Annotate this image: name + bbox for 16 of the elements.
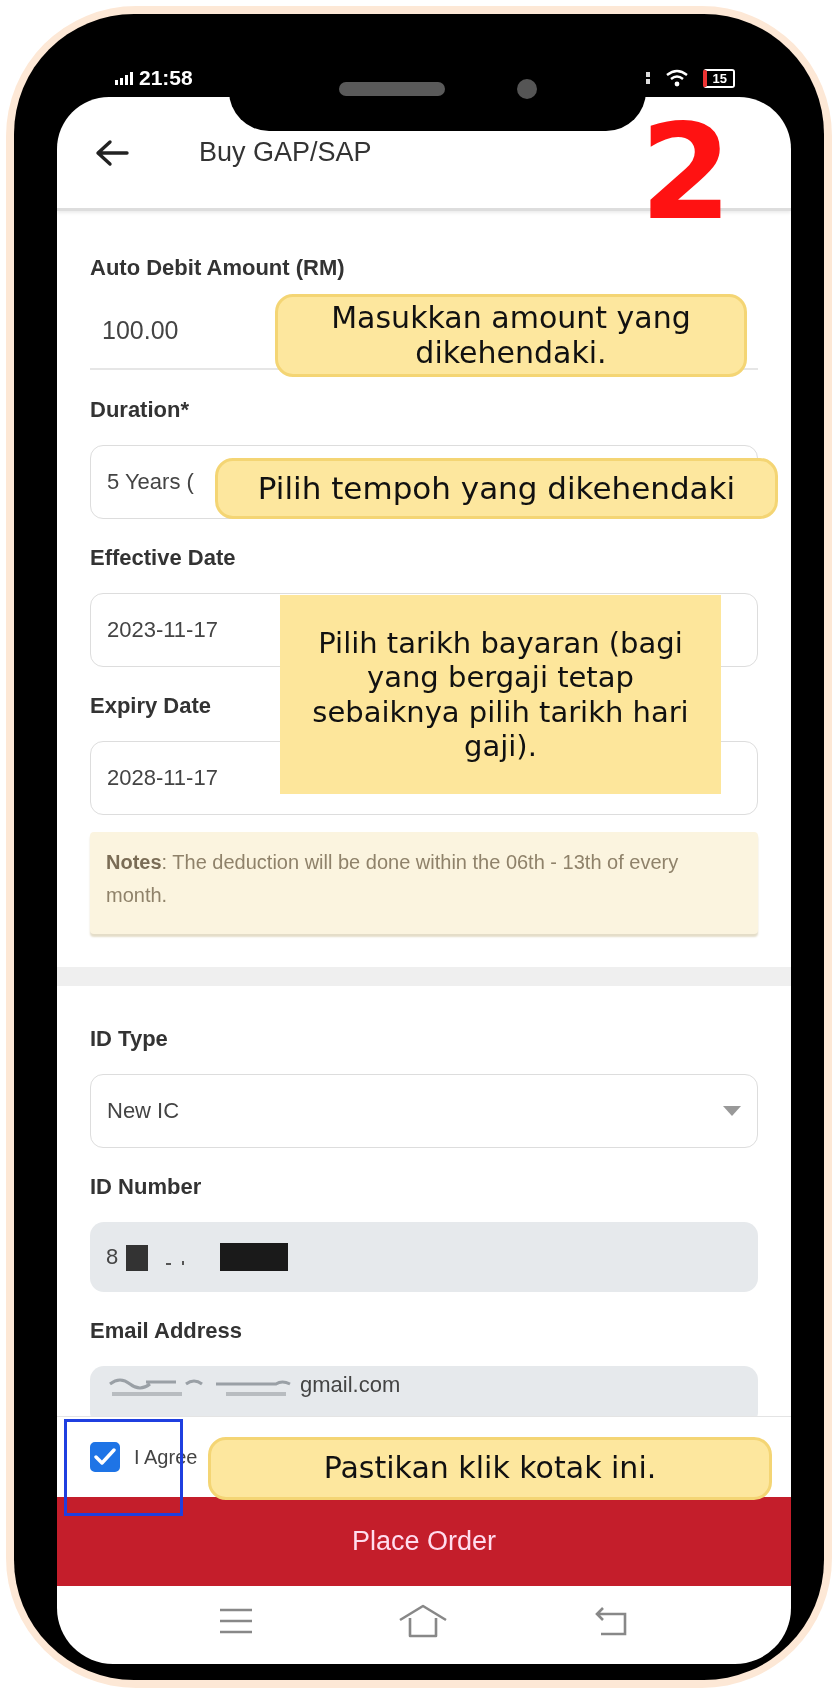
annotation-tooltip: Pilih tarikh bayaran (bagi yang bergaji tetap sebaiknya pilih tarikh hari gaji).: [280, 595, 721, 794]
field-label: Duration*: [90, 396, 189, 424]
annotation-tooltip: Pilih tempoh yang dikehendaki: [215, 458, 778, 519]
field-label: Effective Date: [90, 544, 236, 572]
screen-title: Buy GAP/SAP: [199, 137, 372, 168]
field-label: Expiry Date: [90, 692, 212, 720]
field-label: Email Address: [90, 1317, 243, 1345]
step-number: 2: [640, 106, 732, 238]
status-time: 21:58: [139, 66, 193, 90]
notes-text: Notes: The deduction will be done within the 06th - 13th of every month.: [90, 832, 758, 934]
battery-indicator: 15: [702, 68, 735, 88]
annotation-tooltip: Pastikan klik kotak ini.: [208, 1437, 772, 1500]
field-label: Auto Debit Amount (RM): [90, 254, 345, 282]
field-label: ID Number: [90, 1173, 202, 1201]
field-label: ID Type: [90, 1025, 168, 1053]
annotation-tooltip: Masukkan amount yang dikehendaki.: [275, 294, 747, 377]
